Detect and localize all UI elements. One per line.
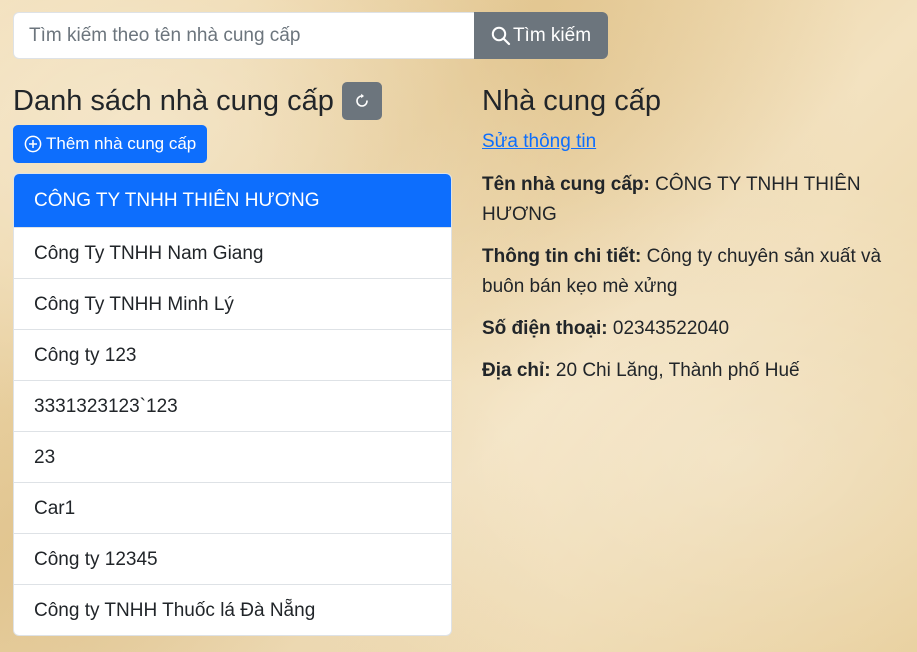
- search-icon: [491, 26, 511, 45]
- list-item[interactable]: 3331323123`123: [14, 380, 451, 431]
- list-item[interactable]: Car1: [14, 482, 451, 533]
- plus-circle-icon: [24, 135, 42, 153]
- list-item[interactable]: Công ty 12345: [14, 533, 451, 584]
- list-item[interactable]: Công Ty TNHH Minh Lý: [14, 278, 451, 329]
- list-item[interactable]: Công ty 123: [14, 329, 451, 380]
- search-button[interactable]: Tìm kiếm: [474, 12, 608, 59]
- detail-info: Thông tin chi tiết: Công ty chuyên sản x…: [482, 242, 902, 302]
- refresh-icon: [356, 93, 368, 107]
- list-item-active[interactable]: CÔNG TY TNHH THIÊN HƯƠNG: [14, 174, 451, 227]
- list-item[interactable]: 23: [14, 431, 451, 482]
- search-button-label: Tìm kiếm: [512, 24, 592, 46]
- detail-address-label: Địa chỉ:: [482, 360, 551, 381]
- detail-phone-label: Số điện thoại:: [482, 318, 608, 339]
- list-item[interactable]: Công Ty TNHH Nam Giang: [14, 227, 451, 278]
- supplier-list-panel: Danh sách nhà cung cấp Thêm nhà cung cấp…: [13, 82, 452, 636]
- detail-address: Địa chỉ: 20 Chi Lăng, Thành phố Huế: [482, 356, 902, 386]
- refresh-button[interactable]: [341, 82, 382, 120]
- supplier-detail-title: Nhà cung cấp: [482, 85, 661, 117]
- add-supplier-button[interactable]: Thêm nhà cung cấp: [13, 125, 208, 163]
- supplier-list-title: Danh sách nhà cung cấp: [13, 85, 334, 117]
- detail-name: Tên nhà cung cấp: CÔNG TY TNHH THIÊN HƯƠ…: [482, 170, 902, 230]
- detail-info-label: Thông tin chi tiết:: [482, 246, 642, 267]
- detail-name-label: Tên nhà cung cấp:: [482, 174, 650, 195]
- add-supplier-label: Thêm nhà cung cấp: [46, 134, 197, 153]
- detail-address-value: 20 Chi Lăng, Thành phố Huế: [555, 360, 800, 381]
- edit-info-link[interactable]: Sửa thông tin: [482, 130, 596, 154]
- supplier-list: CÔNG TY TNHH THIÊN HƯƠNG Công Ty TNHH Na…: [13, 173, 452, 636]
- detail-phone-value: 02343522040: [612, 318, 730, 339]
- list-item[interactable]: Công ty TNHH Thuốc lá Đà Nẵng: [14, 584, 451, 635]
- search-bar: Tìm kiếm: [13, 12, 608, 59]
- detail-phone: Số điện thoại: 02343522040: [482, 314, 902, 344]
- search-input[interactable]: [13, 12, 474, 59]
- supplier-detail-panel: Nhà cung cấp Sửa thông tin Tên nhà cung …: [482, 82, 902, 386]
